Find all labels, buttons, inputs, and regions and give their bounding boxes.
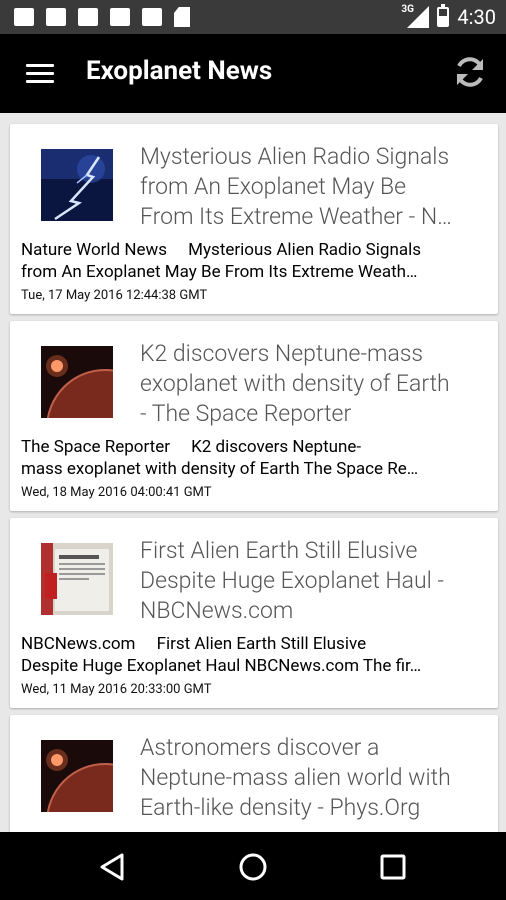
refresh-icon[interactable] — [452, 54, 488, 90]
article-thumbnail — [41, 543, 113, 615]
article-thumbnail — [41, 740, 113, 812]
article-card[interactable]: First Alien Earth Still Elusive Despite … — [10, 518, 498, 708]
article-title-line: Neptune-mass alien world with — [140, 764, 451, 791]
article-title-line: Mysterious Alien Radio Signals — [140, 143, 450, 170]
article-summary: Nature World News Mysterious Alien Radio… — [21, 239, 491, 283]
article-title-line: From Its Extreme Weather - N… — [140, 203, 452, 230]
cell-signal-icon: 3G — [401, 4, 430, 28]
article-title-line: K2 discovers Neptune-mass — [140, 340, 424, 367]
sd-card-icon — [174, 7, 190, 27]
notification-icons — [14, 7, 190, 27]
article-card[interactable]: Astronomers discover a Neptune-mass alie… — [10, 715, 498, 832]
article-title-line: NBCNews.com — [140, 597, 294, 624]
system-nav-bar — [0, 832, 506, 900]
article-title-line: First Alien Earth Still Elusive — [140, 537, 418, 564]
notification-icon — [142, 8, 162, 26]
article-title[interactable]: Mysterious Alien Radio Signals from An E… — [140, 142, 490, 232]
article-title-line: exoplanet with density of Earth — [140, 370, 450, 397]
article-summary-line: Despite Huge Exoplanet Haul NBCNews.com … — [21, 656, 422, 676]
article-summary-line: mass exoplanet with density of Earth The… — [21, 459, 419, 479]
notification-icon — [46, 8, 66, 26]
back-icon[interactable] — [96, 850, 130, 884]
article-title-line: Despite Huge Exoplanet Haul - — [140, 567, 444, 594]
app-title: Exoplanet News — [86, 56, 273, 86]
article-card[interactable]: Mysterious Alien Radio Signals from An E… — [10, 124, 498, 314]
recents-icon[interactable] — [376, 850, 410, 884]
article-thumbnail — [41, 149, 113, 221]
article-list[interactable]: Mysterious Alien Radio Signals from An E… — [0, 113, 506, 832]
network-type-label: 3G — [401, 4, 414, 15]
article-source: NBCNews.com — [21, 634, 136, 654]
status-bar: 3G 4:30 — [0, 0, 506, 34]
article-date: Wed, 11 May 2016 20:33:00 GMT — [21, 682, 212, 697]
notification-icon — [14, 8, 34, 26]
article-title-line: - The Space Reporter — [140, 400, 352, 427]
article-summary-line: First Alien Earth Still Elusive — [156, 634, 367, 654]
status-clock: 4:30 — [457, 5, 496, 29]
notification-icon — [78, 8, 98, 26]
article-date: Tue, 17 May 2016 12:44:38 GMT — [21, 288, 208, 303]
article-source: The Space Reporter — [21, 437, 170, 457]
article-date: Wed, 18 May 2016 04:00:41 GMT — [21, 485, 212, 500]
article-summary-line: from An Exoplanet May Be From Its Extrem… — [21, 262, 418, 282]
article-summary-line: K2 discovers Neptune- — [191, 437, 362, 457]
article-title[interactable]: Astronomers discover a Neptune-mass alie… — [140, 733, 490, 823]
notification-icon — [110, 8, 130, 26]
article-title-line: Earth-like density - Phys.Org — [140, 794, 421, 821]
menu-icon[interactable] — [26, 64, 54, 84]
article-summary-line: Mysterious Alien Radio Signals — [188, 240, 421, 260]
article-card[interactable]: K2 discovers Neptune-mass exoplanet with… — [10, 321, 498, 511]
article-source: Nature World News — [21, 240, 168, 260]
article-summary: The Space Reporter K2 discovers Neptune-… — [21, 436, 491, 480]
home-icon[interactable] — [236, 850, 270, 884]
article-title[interactable]: First Alien Earth Still Elusive Despite … — [140, 536, 490, 626]
article-thumbnail — [41, 346, 113, 418]
app-bar: Exoplanet News — [0, 34, 506, 113]
battery-icon — [437, 4, 450, 27]
article-title[interactable]: K2 discovers Neptune-mass exoplanet with… — [140, 339, 490, 429]
article-title-line: from An Exoplanet May Be — [140, 173, 407, 200]
article-title-line: Astronomers discover a — [140, 734, 380, 761]
article-summary: NBCNews.com First Alien Earth Still Elus… — [21, 633, 491, 677]
